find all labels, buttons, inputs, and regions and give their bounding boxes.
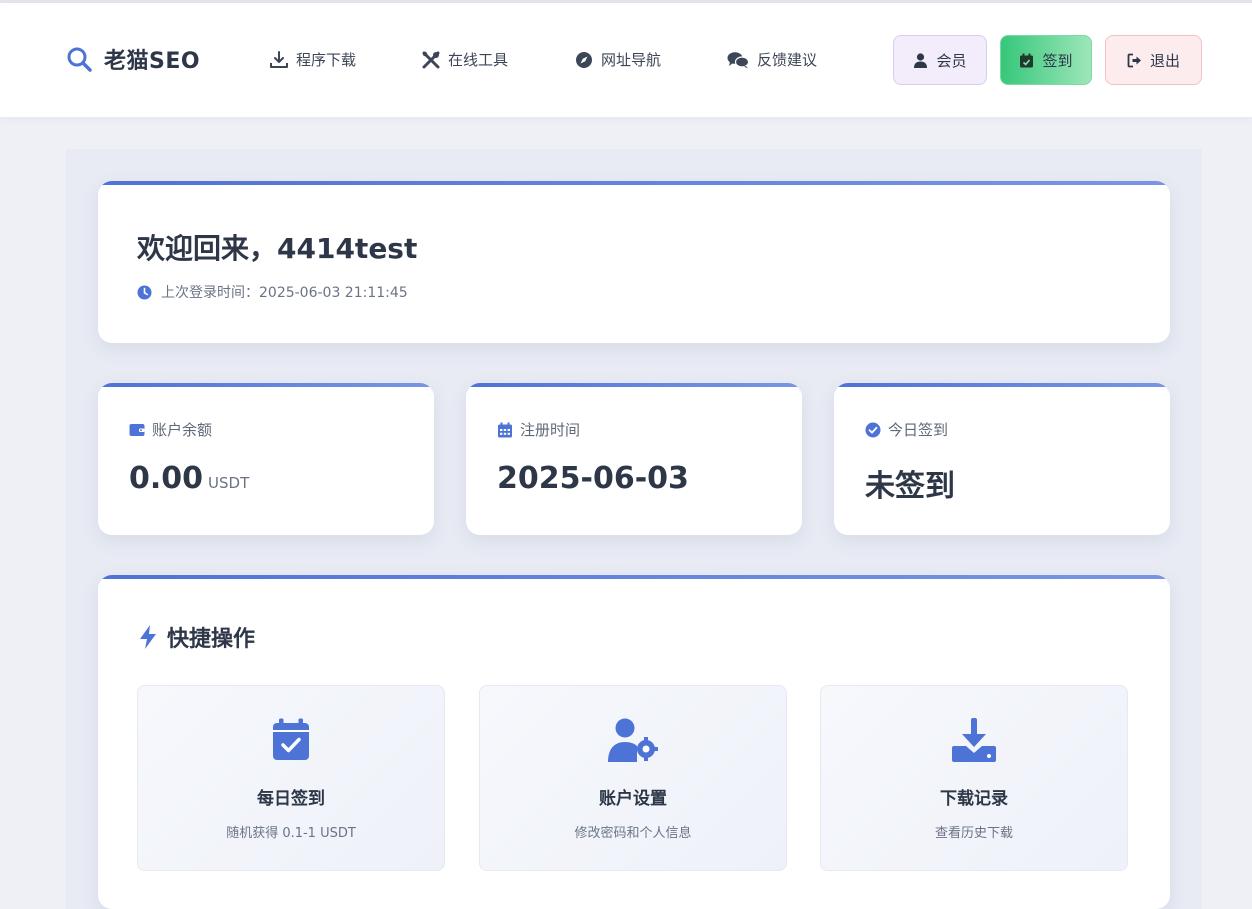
calendar-check-icon	[273, 718, 309, 760]
checkin-value-row: 未签到	[865, 461, 955, 505]
balance-label: 账户余额	[152, 421, 213, 439]
logout-button[interactable]: 退出	[1105, 35, 1202, 85]
download-history-action[interactable]: 下载记录 查看历史下载	[820, 685, 1128, 871]
balance-card: 账户余额 0.00 USDT	[98, 383, 434, 535]
daily-checkin-title: 每日签到	[257, 789, 325, 809]
register-value: 2025-06-03	[497, 461, 689, 496]
clock-icon	[137, 285, 152, 299]
nav-tools-label: 在线工具	[448, 51, 509, 69]
logo-text: 老猫SEO	[104, 49, 201, 74]
comments-icon	[727, 51, 749, 68]
register-date-card: 注册时间 2025-06-03	[466, 383, 802, 535]
nav-tools[interactable]: 在线工具	[422, 49, 508, 70]
register-value-row: 2025-06-03	[497, 461, 689, 496]
calendar-check-icon	[1020, 53, 1034, 67]
quick-actions-title: 快捷操作	[167, 627, 256, 652]
welcome-title: 欢迎回来，4414test	[137, 232, 418, 265]
checkin-status-card: 今日签到 未签到	[834, 383, 1170, 535]
download-history-title: 下载记录	[940, 789, 1008, 809]
balance-label-row: 账户余额	[129, 419, 212, 440]
nav-download[interactable]: 程序下载	[270, 49, 356, 70]
account-settings-desc: 修改密码和个人信息	[574, 826, 692, 841]
balance-value-row: 0.00 USDT	[129, 461, 249, 496]
wallet-icon	[129, 423, 145, 436]
check-circle-icon	[865, 422, 881, 437]
site-logo[interactable]: 老猫SEO	[66, 43, 200, 75]
register-label-row: 注册时间	[497, 419, 580, 440]
download-history-desc: 查看历史下载	[934, 826, 1013, 841]
compass-icon	[576, 51, 592, 68]
bolt-icon	[140, 625, 156, 649]
welcome-card: 欢迎回来，4414test 上次登录时间：2025-06-03 21:11:45	[98, 181, 1170, 343]
download-icon	[952, 718, 996, 762]
checkin-value: 未签到	[865, 469, 955, 504]
quick-actions-title-row: 快捷操作	[137, 621, 255, 653]
sign-in-button[interactable]: 签到	[1000, 35, 1092, 85]
account-settings-action[interactable]: 账户设置 修改密码和个人信息	[479, 685, 787, 871]
user-gear-icon	[608, 718, 658, 762]
action-icon-wrap	[480, 718, 786, 762]
logout-button-label: 退出	[1149, 51, 1180, 70]
search-icon	[67, 47, 92, 72]
last-login-text: 上次登录时间：2025-06-03 21:11:45	[161, 285, 408, 301]
last-login: 上次登录时间：2025-06-03 21:11:45	[137, 282, 408, 302]
action-icon-wrap	[138, 718, 444, 762]
calendar-icon	[498, 422, 512, 437]
register-label: 注册时间	[520, 421, 581, 439]
nav-feedback-label: 反馈建议	[757, 51, 818, 69]
daily-checkin-desc: 随机获得 0.1-1 USDT	[226, 826, 356, 841]
balance-unit: USDT	[208, 474, 250, 492]
daily-checkin-action[interactable]: 每日签到 随机获得 0.1-1 USDT	[137, 685, 445, 871]
action-icon-wrap	[821, 718, 1127, 762]
member-button[interactable]: 会员	[893, 35, 987, 85]
nav-download-label: 程序下载	[296, 51, 357, 69]
user-icon	[914, 52, 928, 68]
quick-actions-card: 快捷操作 每日签到 随机获得 0.1-1 USDT 账户设置 修改密码和个人信息…	[98, 575, 1170, 909]
nav-directory[interactable]: 网址导航	[575, 49, 661, 70]
account-settings-title: 账户设置	[599, 789, 667, 809]
download-icon	[270, 50, 288, 68]
nav-directory-label: 网址导航	[601, 51, 662, 69]
sign-in-button-label: 签到	[1042, 51, 1073, 70]
checkin-label-row: 今日签到	[865, 419, 948, 440]
tools-icon	[422, 51, 440, 68]
sign-out-icon	[1127, 53, 1141, 67]
site-header: 老猫SEO 程序下载 在线工具 网址导航 反馈建议 会员 签到 退出	[0, 3, 1252, 117]
checkin-label: 今日签到	[888, 421, 949, 439]
member-button-label: 会员	[936, 51, 967, 70]
balance-value: 0.00	[129, 461, 204, 496]
nav-feedback[interactable]: 反馈建议	[727, 49, 817, 70]
